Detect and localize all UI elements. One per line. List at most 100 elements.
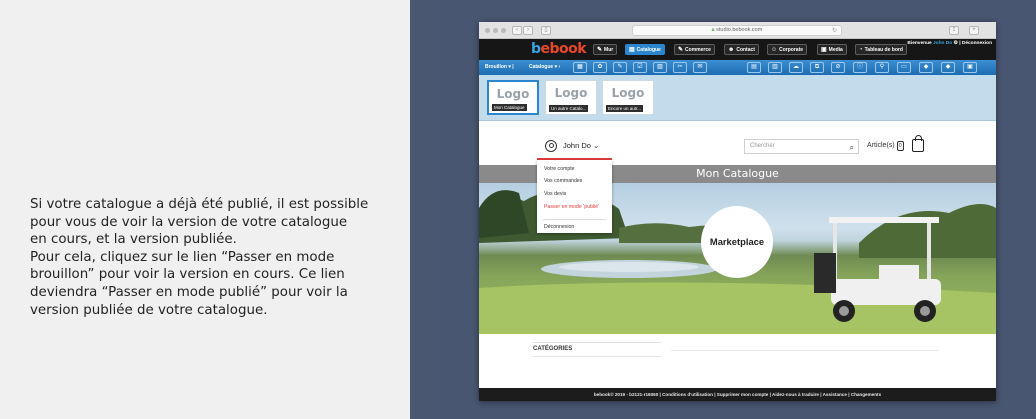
- toolbar-tool-icon[interactable]: ▨: [653, 62, 667, 73]
- menu-item-orders[interactable]: Vos commandes: [544, 178, 582, 184]
- edit-icon: ✎: [597, 47, 603, 53]
- editor-toolbar: Brouillon ▾ | Catalogue ▾ › ▦ ✿ ✎ ☑ ▨ ✂ …: [479, 60, 996, 75]
- url-text: studio.bebook.com: [716, 27, 763, 33]
- nav-label: Tableau de bord: [864, 47, 903, 53]
- toolbar-tool-icon[interactable]: ☁: [789, 62, 803, 73]
- forward-button[interactable]: ›: [523, 26, 533, 35]
- logo-word: ebook: [540, 41, 587, 57]
- divider: [533, 356, 661, 357]
- cart-label: Article(s): [867, 142, 895, 149]
- toolbar-tool-icon[interactable]: ◆: [941, 62, 955, 73]
- nav-label: Contact: [736, 47, 755, 53]
- dashboard-icon: ◔: [859, 47, 863, 53]
- toolbar-tool-icon[interactable]: ✉: [693, 62, 707, 73]
- sidebar-toggle-icon[interactable]: ▯: [541, 26, 551, 35]
- instruction-line: Si votre catalogue a déjà été publié, il…: [30, 197, 369, 212]
- nav-media[interactable]: ▣ Media: [817, 44, 847, 55]
- share-icon[interactable]: ⇪: [949, 26, 959, 35]
- nav-commerce[interactable]: ✎ Commerce: [674, 44, 715, 55]
- catalog-tile[interactable]: Logo Encore un autr...: [602, 80, 654, 115]
- toolbar-tool-icon[interactable]: ◆: [919, 62, 933, 73]
- status-dropdown[interactable]: Brouillon ▾ |: [485, 64, 514, 70]
- commerce-icon: ✎: [678, 47, 684, 53]
- nav-corporate[interactable]: ☺ Corporate: [767, 44, 808, 55]
- search-icon[interactable]: ⌕: [850, 141, 854, 154]
- account-dropdown-menu: Votre compte Vos commandes Vos devis Pas…: [537, 160, 612, 233]
- menu-item-account[interactable]: Votre compte: [544, 166, 575, 172]
- account-name: John Do: [563, 141, 591, 150]
- nav-label: Media: [828, 47, 843, 53]
- status-dropdown-label: Brouillon: [485, 64, 507, 70]
- cart-count-badge: 0: [896, 141, 904, 151]
- nav-catalogue[interactable]: ▤ Catalogue: [625, 44, 665, 55]
- bebook-logo[interactable]: bebook: [531, 41, 587, 57]
- shopping-bag-icon[interactable]: [912, 135, 924, 152]
- settings-icon[interactable]: ⚙: [954, 41, 958, 46]
- account-menu-toggle[interactable]: John Do ⌄: [545, 138, 599, 154]
- toolbar-tool-icon[interactable]: ▥: [768, 62, 782, 73]
- marketplace-badge[interactable]: Marketplace: [701, 206, 773, 278]
- toolbar-tool-icon[interactable]: ✿: [593, 62, 607, 73]
- zoom-window-button[interactable]: [501, 28, 506, 33]
- nav-label: Corporate: [779, 47, 804, 53]
- menu-divider: [543, 219, 606, 220]
- catalog-tile-caption: Un autre Catalo...: [549, 105, 589, 112]
- catalog-switcher: Logo Mon Catalogue Logo Un autre Catalo.…: [479, 75, 996, 121]
- cart-link[interactable]: Article(s) 0: [867, 138, 904, 154]
- reload-icon[interactable]: ↻: [832, 27, 837, 36]
- toolbar-tool-icon[interactable]: ▭: [897, 62, 911, 73]
- chevron-down-icon: ▾: [554, 64, 558, 70]
- menu-item-quotes[interactable]: Vos devis: [544, 191, 566, 197]
- instruction-panel: Si votre catalogue a déjà été publié, il…: [0, 0, 410, 419]
- nav-label: Commerce: [685, 47, 711, 53]
- toolbar-tool-icon[interactable]: ✎: [613, 62, 627, 73]
- menu-item-logout[interactable]: Déconnexion: [544, 224, 574, 230]
- toolbar-tool-icon[interactable]: ⧉: [810, 62, 824, 73]
- toolbar-tool-icon[interactable]: ⚲: [875, 62, 889, 73]
- site-footer: bebook© 2019 - b2121-r16060 | Conditions…: [479, 388, 996, 401]
- search-placeholder: Chercher: [750, 143, 775, 149]
- logout-link[interactable]: Déconnexion: [962, 41, 992, 46]
- instruction-line: Pour cela, cliquez sur le lien “Passer e…: [30, 249, 335, 265]
- menu-item-switch-published[interactable]: Passer en mode 'publié': [544, 204, 599, 210]
- divider: [671, 350, 939, 351]
- toolbar-tool-icon[interactable]: ⊘: [831, 62, 845, 73]
- toolbar-tool-icon[interactable]: ▦: [573, 62, 587, 73]
- nav-contact[interactable]: ☻ Contact: [724, 44, 759, 55]
- browser-titlebar: ‹ › ▯ 🔒︎ studio.bebook.com ↻ ⇪ +: [479, 22, 996, 39]
- toolbar-tool-icon[interactable]: ▣: [963, 62, 977, 73]
- minimize-window-button[interactable]: [493, 28, 498, 33]
- chevron-down-icon: ⌄: [593, 141, 600, 150]
- user-icon: [545, 140, 557, 153]
- corporate-icon: ☺: [771, 47, 778, 53]
- storefront-preview: John Do ⌄ Chercher ⌕ Article(s) 0 Mon Cat…: [479, 121, 996, 401]
- back-button[interactable]: ‹: [512, 26, 522, 35]
- lock-icon: 🔒︎: [711, 27, 715, 33]
- close-window-button[interactable]: [485, 28, 490, 33]
- catalog-tile[interactable]: Logo Un autre Catalo...: [545, 80, 597, 115]
- divider: [533, 342, 661, 343]
- new-tab-icon[interactable]: +: [969, 26, 979, 35]
- nav-label: Mur: [604, 47, 614, 53]
- toolbar-tool-icon[interactable]: ⓘ: [853, 62, 867, 73]
- address-bar[interactable]: 🔒︎ studio.bebook.com ↻: [632, 25, 842, 36]
- instruction-line: en cours, et la version publiée.: [30, 232, 237, 248]
- categories-heading: CATÉGORIES: [533, 346, 573, 352]
- welcome-label: Bienvenue: [907, 41, 932, 46]
- toolbar-tool-icon[interactable]: ✂: [673, 62, 687, 73]
- media-icon: ▣: [821, 47, 827, 53]
- welcome-user[interactable]: John Do: [933, 41, 952, 46]
- instruction-line: deviendra “Passer en mode publié” pour v…: [30, 284, 348, 300]
- toolbar-tool-icon[interactable]: ▤: [747, 62, 761, 73]
- nav-tableau-de-bord[interactable]: ◔ Tableau de bord: [855, 44, 907, 55]
- catalog-tile-selected[interactable]: Logo Mon Catalogue: [487, 80, 539, 115]
- section-dropdown[interactable]: Catalogue ▾ ›: [529, 64, 560, 70]
- search-input[interactable]: Chercher ⌕: [744, 139, 859, 154]
- toolbar-tool-icon[interactable]: ☑: [633, 62, 647, 73]
- nav-mur[interactable]: ✎ Mur: [593, 44, 618, 55]
- catalog-logo-placeholder: Logo: [611, 86, 645, 100]
- instruction-line: version publiée de votre catalogue.: [30, 302, 268, 318]
- catalog-tile-caption: Encore un autr...: [606, 105, 644, 112]
- chevron-down-icon: ▾: [508, 64, 511, 70]
- welcome-area: Bienvenue John Do ⚙ | Déconnexion: [907, 41, 992, 46]
